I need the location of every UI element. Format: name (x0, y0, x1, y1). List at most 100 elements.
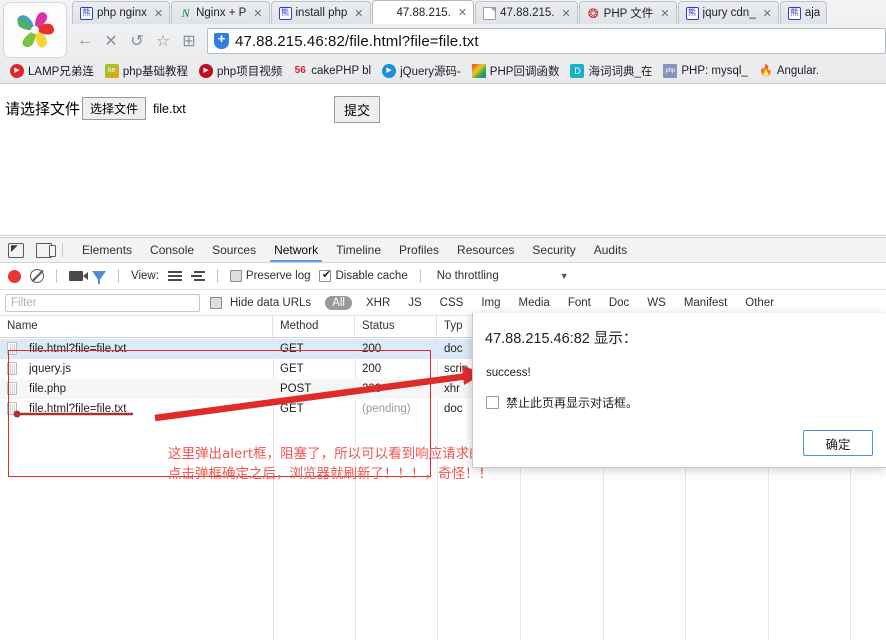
filter-type-doc[interactable]: Doc (605, 296, 633, 310)
tab-profiles[interactable]: Profiles (390, 239, 448, 261)
back-icon[interactable]: ← (72, 28, 98, 54)
php-icon: ❂ (587, 5, 599, 21)
browser-tab[interactable]: ❂ PHP 文件 ✕ (578, 1, 677, 24)
bookmark-label: LAMP兄弟连 (28, 65, 94, 78)
navigation-bar: ← ✕ ↺ ☆ ⊞ 47.88.215.46:82/file.html?file… (72, 26, 886, 56)
document-icon (7, 342, 17, 355)
divider (419, 269, 421, 283)
request-method: GET (280, 403, 304, 415)
tab-console[interactable]: Console (141, 239, 203, 261)
camera-icon[interactable] (69, 271, 88, 281)
fire-icon: 🔥 (758, 64, 773, 77)
bookmark-item[interactable]: ke php基础教程 (101, 63, 192, 79)
browser-tab[interactable]: 47.88.215. ✕ (475, 1, 578, 24)
browser-tab-active[interactable]: 47.88.215. ✕ (371, 0, 475, 24)
choose-file-button[interactable]: 选择文件 (82, 97, 147, 120)
close-icon[interactable]: ✕ (253, 7, 262, 20)
close-icon[interactable]: ✕ (458, 6, 467, 19)
bookmark-item[interactable]: jQuery源码- (378, 63, 465, 79)
alert-message: success! (486, 367, 531, 379)
filter-type-js[interactable]: JS (404, 296, 425, 310)
request-name: jquery.js (29, 363, 71, 375)
request-status: 200 (362, 343, 382, 355)
disable-cache-checkbox[interactable]: Disable cache (319, 268, 408, 282)
filter-type-ws[interactable]: WS (643, 296, 670, 310)
jquery-icon (382, 63, 397, 78)
tab-audits[interactable]: Audits (585, 239, 636, 261)
filter-type-css[interactable]: CSS (436, 296, 468, 310)
filter-type-manifest[interactable]: Manifest (680, 296, 731, 310)
browser-tab[interactable]: 熊 php nginx ✕ (72, 1, 171, 24)
tab-elements[interactable]: Elements (73, 239, 141, 261)
bookmark-label: php基础教程 (122, 65, 189, 78)
funnel-icon[interactable] (92, 271, 106, 284)
browser-tab[interactable]: N Nginx + P ✕ (171, 1, 270, 24)
request-name: file.php (29, 383, 67, 395)
reload-icon[interactable]: ↺ (124, 28, 150, 54)
bookmark-item[interactable]: php PHP: mysql_ (659, 63, 751, 78)
tree-view-icon[interactable] (191, 270, 205, 282)
tab-resources[interactable]: Resources (448, 239, 523, 261)
browser-tab[interactable]: 熊 jqury cdn_ ✕ (677, 1, 779, 24)
browser-tab[interactable]: 熊 install php ✕ (270, 1, 371, 24)
stop-icon[interactable]: ✕ (98, 28, 124, 54)
inspect-element-icon[interactable] (8, 242, 24, 258)
tab-label: Nginx + P (196, 7, 247, 19)
column-header-name[interactable]: Name (0, 316, 273, 337)
preserve-log-checkbox[interactable]: Preserve log (229, 270, 311, 282)
56-icon: 56 (294, 64, 306, 76)
filter-type-all[interactable]: All (325, 295, 352, 310)
bookmark-item[interactable]: 56 cakePHP bl (289, 64, 375, 78)
bookmark-star-icon[interactable]: ☆ (150, 28, 176, 54)
filter-type-img[interactable]: Img (477, 296, 504, 310)
php-text-icon: php (663, 63, 678, 78)
chevron-down-icon[interactable]: ▼ (560, 271, 569, 281)
bookmark-item[interactable]: LAMP兄弟连 (6, 63, 98, 79)
close-icon[interactable]: ✕ (354, 7, 363, 20)
suppress-dialogs-label: 禁止此页再显示对话框。 (506, 396, 639, 410)
hide-data-urls-checkbox[interactable]: Hide data URLs (210, 296, 315, 310)
tab-timeline[interactable]: Timeline (327, 239, 390, 261)
apps-grid-icon[interactable]: ⊞ (176, 28, 202, 54)
filter-input[interactable] (5, 293, 200, 312)
request-method: GET (280, 343, 304, 355)
clear-icon[interactable] (30, 269, 44, 283)
tab-sources[interactable]: Sources (203, 239, 265, 261)
baidu-icon: 熊 (278, 6, 292, 20)
tab-label: 47.88.215. (396, 6, 451, 19)
submit-button[interactable]: 提交 (334, 96, 381, 123)
bookmark-item[interactable]: php项目视频 (195, 63, 286, 79)
bookmark-item[interactable]: D 海词词典_在 (566, 63, 656, 79)
close-icon[interactable]: ✕ (561, 7, 570, 20)
confirm-button[interactable]: 确定 (803, 430, 873, 456)
preserve-log-label: Preserve log (245, 270, 311, 282)
filter-type-font[interactable]: Font (564, 296, 595, 310)
tab-label: PHP 文件 (603, 8, 654, 20)
close-icon[interactable]: ✕ (154, 7, 163, 20)
list-view-icon[interactable] (167, 270, 182, 282)
filter-type-xhr[interactable]: XHR (362, 296, 394, 310)
bookmark-item[interactable]: PHP回调函数 (468, 63, 564, 79)
d-icon: D (570, 63, 585, 78)
browser-tab[interactable]: 熊 aja (779, 1, 828, 24)
column-header-method[interactable]: Method (273, 316, 355, 337)
checkbox-box (229, 270, 242, 282)
blank-icon (380, 6, 393, 19)
throttling-select[interactable]: No throttling (437, 270, 499, 282)
column-header-status[interactable]: Status (355, 316, 437, 337)
suppress-dialogs-checkbox[interactable]: 禁止此页再显示对话框。 (486, 394, 638, 411)
device-toolbar-icon[interactable] (36, 242, 56, 258)
tab-label: php nginx (97, 7, 147, 19)
tab-security[interactable]: Security (523, 239, 584, 261)
close-icon[interactable]: ✕ (660, 7, 669, 20)
bookmark-item[interactable]: 🔥 Angular. (755, 64, 823, 78)
devtools-tabbar: Elements Console Sources Network Timelin… (0, 238, 886, 263)
tab-network[interactable]: Network (265, 239, 327, 262)
url-bar[interactable]: 47.88.215.46:82/file.html?file=file.txt (207, 28, 886, 54)
filter-type-other[interactable]: Other (741, 296, 778, 310)
record-icon[interactable] (8, 269, 21, 283)
browser-chrome: 熊 php nginx ✕ N Nginx + P ✕ 熊 install ph… (0, 0, 886, 84)
bookmark-label: php项目视频 (217, 65, 283, 78)
close-icon[interactable]: ✕ (763, 7, 772, 20)
filter-type-media[interactable]: Media (515, 296, 554, 310)
